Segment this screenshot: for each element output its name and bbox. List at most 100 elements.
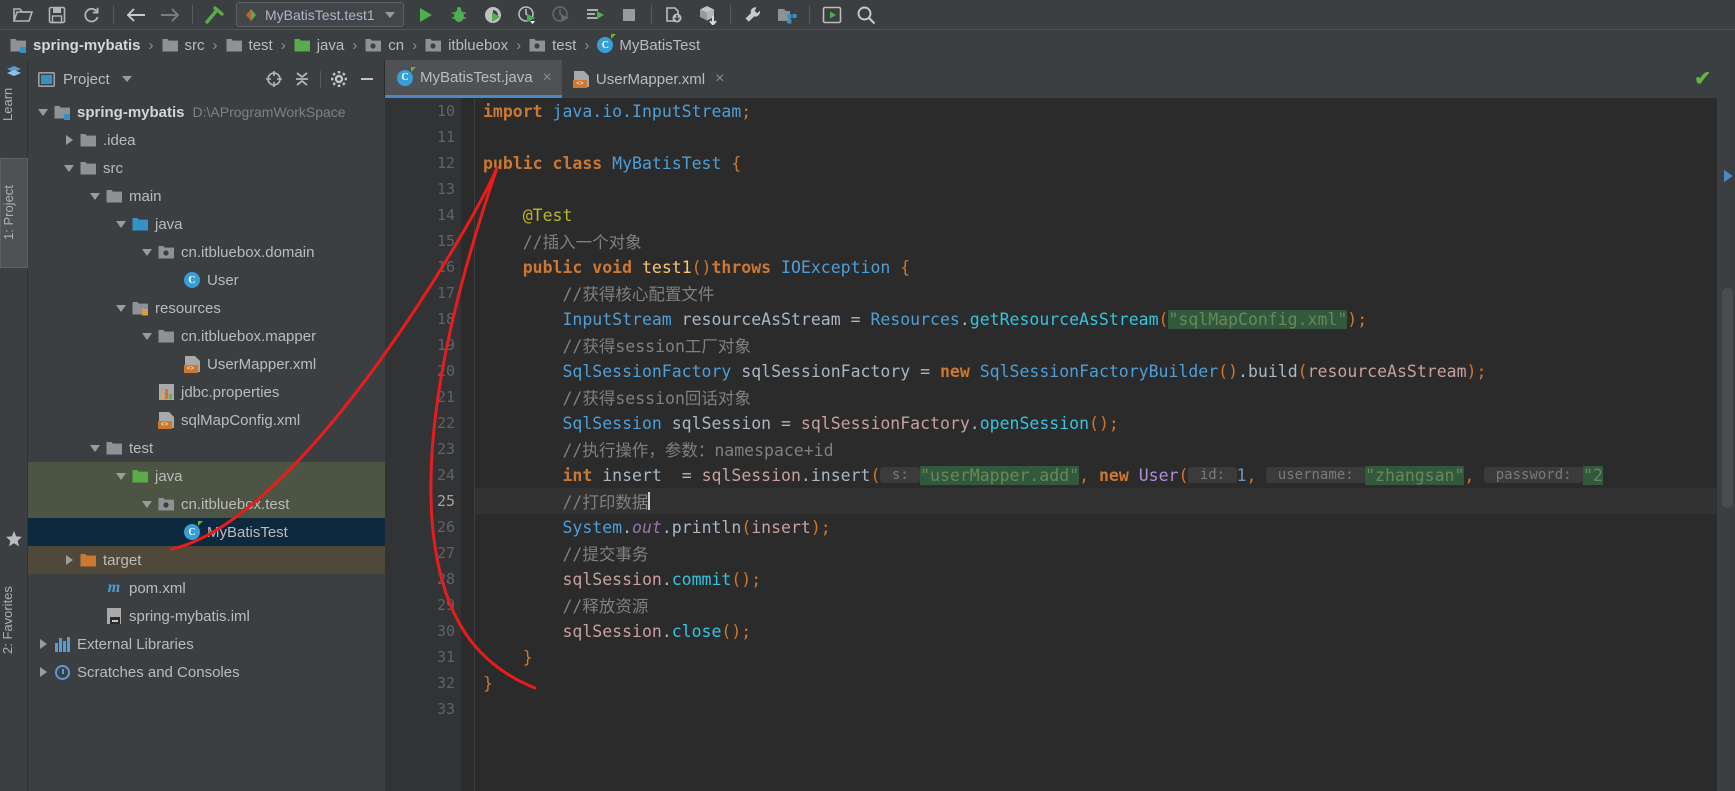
- code-content[interactable]: import java.io.InputStream; public class …: [461, 98, 1717, 791]
- forward-icon[interactable]: [153, 1, 187, 28]
- tree-expand-arrow[interactable]: [140, 413, 154, 427]
- stop-icon[interactable]: [612, 1, 646, 28]
- tree-item-target[interactable]: target: [28, 546, 385, 574]
- code-line-10[interactable]: import java.io.InputStream;: [461, 98, 1717, 124]
- tree-item-user[interactable]: C User: [28, 266, 385, 294]
- code-line-33[interactable]: [461, 696, 1717, 722]
- tree-expand-arrow[interactable]: [36, 665, 50, 679]
- settings-gear-icon[interactable]: [325, 66, 353, 92]
- tree-expand-arrow[interactable]: [140, 385, 154, 399]
- tree-item-usermapper-xml[interactable]: <> UserMapper.xml: [28, 350, 385, 378]
- tree-item-scratches-and-consoles[interactable]: Scratches and Consoles: [28, 658, 385, 686]
- tree-expand-arrow[interactable]: [62, 133, 76, 147]
- code-line-14[interactable]: @Test: [461, 202, 1717, 228]
- hide-panel-icon[interactable]: [353, 66, 381, 92]
- project-tree[interactable]: spring-mybatis D:\AProgramWorkSpace .idea s…: [28, 98, 385, 791]
- tree-expand-arrow[interactable]: [114, 301, 128, 315]
- back-icon[interactable]: [119, 1, 153, 28]
- scrollbar-thumb[interactable]: [1722, 288, 1733, 508]
- breadcrumb-item-src[interactable]: src: [162, 37, 205, 54]
- tree-expand-arrow[interactable]: [114, 217, 128, 231]
- editor-gutter[interactable]: 10 11 12 13 14 15 16 17 18 19 20 21 22 23 24 25 26 27 28 29…: [385, 98, 512, 791]
- tree-item-resources[interactable]: resources: [28, 294, 385, 322]
- gutter-line-30[interactable]: 30: [385, 618, 461, 644]
- run-dashboard-icon[interactable]: [578, 1, 612, 28]
- tree-item-spring-mybatis-iml[interactable]: spring-mybatis.iml: [28, 602, 385, 630]
- open-folder-icon[interactable]: [6, 1, 40, 28]
- code-line-29[interactable]: //释放资源: [461, 592, 1717, 618]
- code-line-20[interactable]: SqlSessionFactory sqlSessionFactory = ne…: [461, 358, 1717, 384]
- vcs-update-icon[interactable]: [657, 1, 691, 28]
- breadcrumb-item-cn[interactable]: cn: [365, 37, 404, 54]
- gutter-line-19[interactable]: 19: [385, 332, 461, 358]
- gutter-line-18[interactable]: 18: [385, 306, 461, 332]
- collapse-all-icon[interactable]: [288, 66, 316, 92]
- code-line-28[interactable]: sqlSession. commit();: [461, 566, 1717, 592]
- breadcrumb-item-spring-mybatis[interactable]: spring-mybatis: [10, 37, 141, 54]
- gutter-line-21[interactable]: 21: [385, 384, 461, 410]
- inspection-status-icon[interactable]: ✔: [1694, 66, 1711, 91]
- code-folding-column[interactable]: [461, 98, 475, 791]
- tree-item-spring-mybatis[interactable]: spring-mybatis D:\AProgramWorkSpace: [28, 98, 385, 126]
- tree-item-test[interactable]: test: [28, 434, 385, 462]
- gutter-line-10[interactable]: 10: [385, 98, 512, 124]
- tree-item-cn-itbluebox-mapper[interactable]: cn.itbluebox.mapper: [28, 322, 385, 350]
- breadcrumb-item-test[interactable]: test: [529, 37, 576, 54]
- code-line-15[interactable]: //插入一个对象: [461, 228, 1717, 254]
- run-configuration-selector[interactable]: MyBatisTest.test1: [236, 2, 404, 27]
- profile-icon[interactable]: [510, 1, 544, 28]
- tree-expand-arrow[interactable]: [166, 273, 180, 287]
- debug-icon[interactable]: [442, 1, 476, 28]
- tree-item-sqlmapconfig-xml[interactable]: <> sqlMapConfig.xml: [28, 406, 385, 434]
- breadcrumb-item-mybatistest[interactable]: C MyBatisTest: [597, 34, 700, 54]
- tree-expand-arrow[interactable]: [140, 329, 154, 343]
- gutter-line-17[interactable]: 17: [385, 280, 461, 306]
- tree-expand-arrow[interactable]: [36, 637, 50, 651]
- attach-profiler-icon[interactable]: [544, 1, 578, 28]
- gutter-line-13[interactable]: 13: [385, 176, 461, 202]
- tree-expand-arrow[interactable]: [62, 553, 76, 567]
- code-line-12[interactable]: public class MyBatisTest {: [461, 150, 1717, 176]
- code-line-30[interactable]: sqlSession. close();: [461, 618, 1717, 644]
- chevron-down-icon[interactable]: [384, 11, 395, 18]
- code-line-23[interactable]: //执行操作，参数：namespace+id: [461, 436, 1717, 462]
- tree-expand-arrow[interactable]: [88, 581, 102, 595]
- code-line-27[interactable]: //提交事务: [461, 540, 1717, 566]
- gutter-line-29[interactable]: 29: [385, 592, 461, 618]
- run-with-coverage-icon[interactable]: [476, 1, 510, 28]
- settings-wrench-icon[interactable]: [736, 1, 770, 28]
- vcs-commit-icon[interactable]: [691, 1, 725, 28]
- gutter-line-11[interactable]: 11: [385, 124, 461, 150]
- code-line-25[interactable]: //打印数据: [461, 488, 1717, 514]
- code-line-24[interactable]: int insert = sqlSession. insert( s: "user…: [461, 462, 1717, 488]
- code-line-31[interactable]: }: [461, 644, 1717, 670]
- project-structure-icon[interactable]: [770, 1, 804, 28]
- tree-item-src[interactable]: src: [28, 154, 385, 182]
- gutter-line-16[interactable]: 16: [385, 254, 512, 280]
- gutter-line-22[interactable]: 22: [385, 410, 461, 436]
- tree-item-main[interactable]: main: [28, 182, 385, 210]
- close-icon[interactable]: ×: [715, 71, 724, 87]
- gutter-line-28[interactable]: 28: [385, 566, 461, 592]
- search-everywhere-icon[interactable]: [849, 1, 883, 28]
- tree-expand-arrow[interactable]: [88, 441, 102, 455]
- code-line-22[interactable]: SqlSession sqlSession = sqlSessionFactor…: [461, 410, 1717, 436]
- tree-expand-arrow[interactable]: [88, 609, 102, 623]
- editor-tab-usermapper-xml[interactable]: <> UserMapper.xml ×: [562, 60, 735, 98]
- code-line-11[interactable]: [461, 124, 1717, 150]
- run-anything-icon[interactable]: [815, 1, 849, 28]
- gutter-line-27[interactable]: 27: [385, 540, 461, 566]
- gutter-line-31[interactable]: 31: [385, 644, 512, 670]
- tree-expand-arrow[interactable]: [114, 469, 128, 483]
- tree-item--idea[interactable]: .idea: [28, 126, 385, 154]
- breadcrumb-item-test[interactable]: test: [226, 37, 273, 54]
- tree-item-pom-xml[interactable]: m pom.xml: [28, 574, 385, 602]
- tree-expand-arrow[interactable]: [166, 525, 180, 539]
- tree-item-jdbc-properties[interactable]: jdbc.properties: [28, 378, 385, 406]
- save-all-icon[interactable]: [40, 1, 74, 28]
- code-line-18[interactable]: InputStream resourceAsStream = Resources…: [461, 306, 1717, 332]
- tree-item-external-libraries[interactable]: External Libraries: [28, 630, 385, 658]
- tree-expand-arrow[interactable]: [36, 105, 50, 119]
- gutter-line-20[interactable]: 20: [385, 358, 461, 384]
- editor-scrollbar[interactable]: [1717, 98, 1735, 791]
